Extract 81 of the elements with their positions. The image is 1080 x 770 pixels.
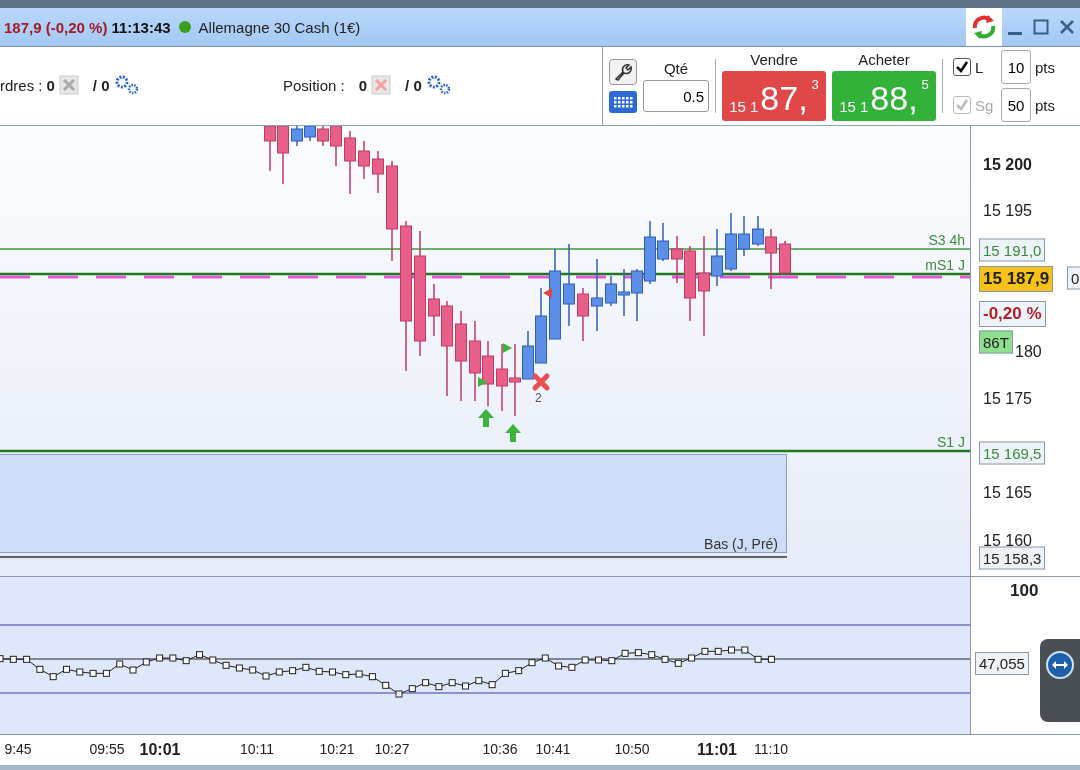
candlestick <box>264 126 276 172</box>
candlestick <box>725 212 737 272</box>
candlestick <box>372 150 384 194</box>
quantity-field[interactable]: 0.5 <box>643 80 709 112</box>
time-label: 10:50 <box>614 741 650 757</box>
price-label: 15 191,0 <box>979 238 1046 262</box>
price-label: 15 187,9 <box>979 266 1054 292</box>
candlestick <box>496 343 508 412</box>
oscillator-value: 47,055 <box>975 652 1029 675</box>
instrument-name: Allemagne 30 Cash (1€) <box>198 18 361 36</box>
candlestick <box>277 126 289 185</box>
price-change: 187,9 (-0,20 %) <box>4 18 108 36</box>
position-label: Position : <box>283 76 345 94</box>
candlestick <box>738 215 750 257</box>
level-label: mS1 J <box>925 257 965 273</box>
candlestick <box>304 126 316 142</box>
time-label: 10:27 <box>374 741 410 757</box>
candlestick <box>779 240 791 274</box>
time-label: 09:55 <box>89 741 125 757</box>
up-arrow-icon <box>478 409 494 427</box>
orders-label: rdres : <box>0 76 43 94</box>
side-handle[interactable] <box>1040 639 1080 722</box>
orders-count: 0 <box>46 76 55 94</box>
column-header: Acheter <box>858 51 910 68</box>
gears-icon[interactable] <box>113 74 140 96</box>
time-label: 11:10 <box>754 741 788 757</box>
unit-label: pts <box>1035 58 1055 76</box>
time-label: 11:01 <box>697 741 737 759</box>
triangle-marker-icon <box>503 343 512 353</box>
orders-total: / 0 <box>92 76 110 94</box>
close-icon <box>1059 19 1075 35</box>
candlestick <box>291 126 303 147</box>
axis-tick: 15 165 <box>983 484 1032 502</box>
candlestick <box>344 130 356 195</box>
triangle-marker-icon <box>543 288 552 298</box>
settings-button[interactable] <box>609 59 637 85</box>
level-label: S3 4h <box>928 232 965 248</box>
candlestick <box>577 287 589 342</box>
candlestick <box>482 340 494 407</box>
price-label: 15 158,3 <box>979 546 1046 570</box>
price-label: -0,20 % <box>979 301 1046 327</box>
unit-label: pts <box>1035 96 1055 114</box>
stop-label: L <box>975 58 985 76</box>
minimize-icon <box>1008 31 1022 35</box>
price-label: 0 <box>1067 266 1080 290</box>
axis-tick: 180 <box>1015 343 1042 361</box>
keyboard-button[interactable] <box>609 91 637 113</box>
triangle-marker-icon <box>478 377 487 387</box>
time-label: 10:36 <box>482 741 518 757</box>
time-text: 11:13:43 <box>111 18 171 36</box>
time-label: 9:45 <box>4 741 32 757</box>
cross-marker-icon <box>532 373 550 391</box>
position-total: / 0 <box>405 76 422 94</box>
level-label: S1 J <box>937 434 965 450</box>
signal-count: 2 <box>535 391 542 405</box>
quantity-label: Qté <box>663 60 689 77</box>
refresh-button[interactable] <box>966 8 1002 46</box>
stop-label: Sg <box>975 96 995 114</box>
points-field[interactable]: 10 <box>1001 50 1031 84</box>
time-label: 10:11 <box>240 741 274 757</box>
oscillator-max-label: 100 <box>1010 581 1039 601</box>
candlestick <box>631 268 643 322</box>
candlestick <box>358 140 370 180</box>
time-label: 10:01 <box>139 741 181 759</box>
refresh-icon <box>971 14 997 40</box>
axis-tick: 15 195 <box>983 202 1032 220</box>
column-header: Vendre <box>750 51 798 68</box>
time-label: 10:21 <box>319 741 355 757</box>
maximize-icon <box>1033 19 1049 35</box>
price-label: 15 169,5 <box>979 441 1046 465</box>
gears-icon[interactable] <box>425 74 452 96</box>
axis-tick: 15 175 <box>983 390 1032 408</box>
time-label: 10:41 <box>535 741 571 757</box>
zone-label: Bas (J, Pré) <box>704 536 779 552</box>
price-label: 86T <box>979 330 1013 354</box>
wrench-icon <box>613 62 633 82</box>
checkbox[interactable] <box>953 58 971 76</box>
up-arrow-icon <box>505 424 521 442</box>
keyboard-icon <box>612 95 634 109</box>
position-count: 0 <box>358 76 368 94</box>
axis-tick: 15 200 <box>983 156 1032 174</box>
